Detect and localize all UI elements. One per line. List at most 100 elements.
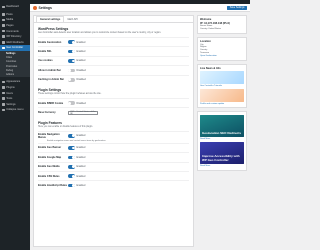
geo-media-toggle[interactable] bbox=[68, 164, 75, 169]
news-thumbnail[interactable] bbox=[200, 70, 244, 84]
setting-label: Enable Navigation Menus bbox=[38, 132, 60, 139]
plugin-icon bbox=[2, 86, 5, 89]
setting-value: Enabled bbox=[76, 146, 86, 150]
setting-row: Enable CSS Rules Enabled bbox=[38, 170, 189, 180]
tab-general-settings[interactable]: General settings bbox=[36, 16, 65, 22]
setting-label: Caching in Admin Bar bbox=[38, 78, 65, 82]
navigation-menus-toggle[interactable] bbox=[68, 134, 75, 138]
javascript-rules-toggle[interactable] bbox=[68, 183, 75, 188]
news-link[interactable]: Profile and custom update bbox=[200, 103, 244, 106]
promo-link[interactable]: Read More bbox=[200, 165, 244, 168]
setting-row: Use cookies Enabled bbox=[38, 55, 189, 65]
right-sidebar: Welcome IP: 44.173.108.148 (IPv4) Server… bbox=[197, 15, 247, 174]
caching-admin-bar-toggle[interactable] bbox=[68, 77, 75, 82]
allow-admin-bar-toggle[interactable] bbox=[68, 68, 75, 73]
save-settings-button[interactable]: Save Settings bbox=[227, 5, 247, 11]
sidebar-collapse[interactable]: Collapse menu bbox=[0, 107, 30, 113]
admin-sidebar: Dashboard Posts Media Pages Comments WP … bbox=[0, 4, 30, 250]
setting-value: Enabled bbox=[76, 40, 86, 44]
status-card-title: Welcome bbox=[200, 18, 212, 21]
google-map-toggle[interactable] bbox=[68, 155, 75, 160]
news-card: Live News & Info Geo Controller Tutorial… bbox=[197, 63, 247, 109]
enable-ssl-toggle[interactable] bbox=[68, 49, 75, 54]
setting-value: Enabled bbox=[76, 184, 86, 188]
setting-label: Enable Geo Media bbox=[38, 165, 60, 169]
media-icon bbox=[2, 18, 5, 22]
sidebar-submenu: Settings Cities Countries Postcodes Debu… bbox=[0, 50, 30, 78]
base-currency-select[interactable]: USD - United States dollar ($) bbox=[68, 110, 98, 115]
setting-label: Base Currency bbox=[38, 111, 56, 114]
news-link[interactable]: Geo Controller Tutorials bbox=[200, 85, 244, 88]
setting-row: Enable Geo Banner Enabled bbox=[38, 142, 189, 152]
setting-value: Disabled bbox=[76, 68, 86, 72]
setting-value: Enabled bbox=[76, 165, 86, 169]
submenu-item-addons[interactable]: Addons bbox=[0, 72, 30, 76]
brush-icon bbox=[2, 80, 5, 84]
collapse-icon bbox=[2, 108, 5, 112]
promo-card: Geolocation SEO Redirects Read More Impr… bbox=[197, 111, 247, 171]
section-title-wordpress: WordPress Settings bbox=[38, 27, 69, 31]
section-title-features: Plugin Features bbox=[38, 120, 62, 125]
setting-label: Enable Geo Banner bbox=[38, 146, 62, 150]
setting-value: Disabled bbox=[76, 78, 86, 82]
setting-label: Enable SSL bbox=[38, 50, 52, 54]
wrench-icon bbox=[2, 97, 5, 100]
setting-row: Enable JavaScript Rules Enabled bbox=[38, 180, 189, 189]
location-card: Location City Region Country Timezone Op… bbox=[197, 36, 247, 61]
setting-row: Enable SSL Enabled bbox=[38, 46, 189, 55]
news-card-title: Live News & Info bbox=[200, 66, 221, 70]
setting-row: Enable Geo Media Enabled bbox=[38, 161, 189, 171]
promo-banner[interactable]: Improve Accessibility with WP Geo Contro… bbox=[200, 142, 244, 165]
setting-label: Enable Google Map bbox=[38, 155, 62, 159]
setting-label: Enable JavaScript Rules bbox=[38, 184, 68, 188]
setting-row: Enable Google Map Enabled bbox=[38, 152, 189, 161]
globe-icon bbox=[2, 46, 5, 50]
setting-row: Enable Geolocation Enabled bbox=[38, 36, 189, 46]
status-card: Welcome IP: 44.173.108.148 (IPv4) Server… bbox=[197, 15, 247, 34]
setting-row: Allow in Admin Bar Disabled bbox=[38, 65, 189, 74]
promo-banner[interactable]: Geolocation SEO Redirects bbox=[200, 115, 244, 138]
page-icon bbox=[2, 24, 5, 27]
page-title: Settings bbox=[38, 5, 52, 10]
section-desc-plugin: These settings control how the plugin be… bbox=[38, 92, 102, 95]
setting-label: Use cookies bbox=[38, 59, 53, 63]
pin-icon bbox=[2, 13, 5, 16]
bbdr-cookie-toggle[interactable] bbox=[68, 101, 75, 105]
settings-tabs: General settings GEO API bbox=[34, 16, 193, 23]
section-title-plugin: Plugin Settings bbox=[38, 87, 62, 92]
settings-icon bbox=[2, 102, 5, 106]
setting-label: Enable BBDR Cookie bbox=[38, 101, 64, 105]
tab-geo-api[interactable]: GEO API bbox=[64, 16, 81, 22]
setting-value: Enabled bbox=[76, 50, 86, 54]
redirect-icon bbox=[2, 41, 5, 44]
geo-controller-logo-icon bbox=[33, 5, 37, 10]
status-line: Country: United States bbox=[200, 27, 221, 30]
enable-geolocation-toggle[interactable] bbox=[68, 40, 75, 44]
user-icon bbox=[2, 91, 5, 95]
setting-label: Enable Geolocation bbox=[38, 40, 62, 44]
css-rules-toggle[interactable] bbox=[68, 174, 75, 178]
setting-row: Enable BBDR Cookie Disabled bbox=[38, 97, 189, 107]
comment-icon bbox=[2, 29, 5, 33]
section-desc-features: Here you can enable or disable features … bbox=[38, 125, 93, 128]
setting-row: Enable Navigation Menus Enabled bbox=[38, 130, 189, 140]
setting-value: Enabled bbox=[76, 59, 86, 63]
geo-banner-toggle[interactable] bbox=[68, 146, 75, 150]
setting-row: Caching in Admin Bar Disabled bbox=[38, 74, 189, 84]
setting-row: Base Currency USD - United States dollar… bbox=[38, 107, 189, 116]
location-card-title: Location bbox=[200, 39, 211, 43]
setting-label: Allow in Admin Bar bbox=[38, 68, 61, 72]
setting-value: Enabled bbox=[76, 174, 86, 178]
setting-label: Enable CSS Rules bbox=[38, 174, 60, 178]
setting-value: Enabled bbox=[76, 155, 86, 159]
promo-link[interactable]: Read More bbox=[200, 138, 244, 141]
section-desc-wordpress: Geo Controller auto-detects user locatio… bbox=[38, 32, 162, 34]
use-cookies-toggle[interactable] bbox=[68, 59, 75, 63]
page-header: Settings Save Settings bbox=[30, 4, 250, 12]
setting-value: Disabled bbox=[76, 101, 86, 105]
settings-panel: General settings GEO API WordPress Setti… bbox=[33, 15, 194, 247]
news-thumbnail[interactable] bbox=[200, 88, 244, 102]
setting-value: Enabled bbox=[76, 134, 86, 138]
directory-icon bbox=[2, 35, 5, 39]
open-geolocation-link[interactable]: Open Geolocation bbox=[200, 55, 244, 58]
